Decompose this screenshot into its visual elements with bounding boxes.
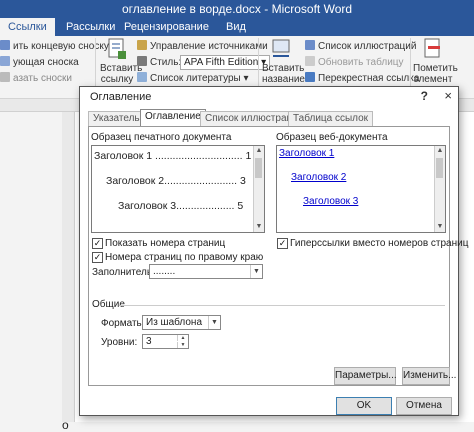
cancel-button[interactable]: Отмена — [396, 397, 452, 415]
insert-citation-button[interactable]: Вставить ссылку — [100, 38, 142, 85]
update-table-icon — [305, 56, 315, 66]
insert-caption-button[interactable]: Вставить название — [262, 38, 305, 85]
title-bar: оглавление в ворде.docx - Microsoft Word — [0, 0, 474, 18]
vertical-ruler — [62, 112, 75, 422]
endnote-icon — [0, 40, 10, 50]
web-preview: Заголовок 1 Заголовок 2 Заголовок 3 ▲ ▼ — [276, 145, 446, 233]
cross-reference-button[interactable]: Перекрестная ссылка — [305, 72, 419, 84]
next-footnote-icon — [0, 56, 10, 66]
scroll-thumb[interactable] — [255, 158, 262, 178]
list-of-figures-icon — [305, 40, 315, 50]
tab-table-of-contents[interactable]: Оглавление — [140, 109, 206, 127]
levels-stepper[interactable]: 3 ▲ ▼ — [142, 334, 189, 349]
insert-caption-icon — [272, 39, 290, 57]
style-icon — [137, 56, 147, 66]
manage-sources-icon — [137, 40, 147, 50]
chevron-down-icon: ▼ — [250, 265, 262, 278]
show-page-numbers-label: Показать номера страниц — [105, 238, 226, 249]
scroll-thumb[interactable] — [436, 158, 443, 178]
bibliography-button[interactable]: Список литературы ▾ — [137, 72, 249, 84]
levels-label: Уровни: — [101, 337, 138, 348]
scroll-down-icon[interactable]: ▼ — [435, 222, 445, 232]
tab-leader-select[interactable]: ........ ▼ — [149, 264, 263, 279]
ok-button[interactable]: OK — [336, 397, 392, 415]
citation-style-select[interactable]: APA Fifth Edition ▾ — [180, 55, 271, 70]
scroll-up-icon[interactable]: ▲ — [435, 146, 445, 156]
use-hyperlinks-checkbox[interactable]: ✓ — [277, 238, 288, 249]
formats-label: Форматы: — [101, 318, 147, 329]
cross-reference-icon — [305, 72, 315, 82]
web-preview-link[interactable]: Заголовок 3 — [303, 196, 358, 207]
list-of-figures-button[interactable]: Список иллюстраций — [305, 40, 416, 52]
stepper-down-icon[interactable]: ▼ — [177, 342, 188, 348]
toc-dialog: Оглавление ? × Указатель Оглавление Спис… — [79, 86, 468, 416]
tab-leader-label: Заполнитель: — [92, 267, 155, 278]
group-divider — [119, 305, 445, 306]
modify-button[interactable]: Изменить... — [402, 367, 456, 385]
print-preview-scrollbar[interactable]: ▲ ▼ — [253, 146, 264, 232]
update-table-button[interactable]: Обновить таблицу — [305, 56, 404, 68]
web-preview-link[interactable]: Заголовок 1 — [279, 148, 334, 159]
window-title: оглавление в ворде.docx - Microsoft Word — [121, 2, 353, 16]
show-page-numbers-checkbox[interactable]: ✓ — [92, 238, 103, 249]
insert-endnote-button[interactable]: ить концевую сноску — [0, 40, 109, 52]
mark-entry-icon — [424, 38, 440, 58]
show-notes-button[interactable]: азать сноски — [0, 72, 72, 84]
print-preview-line: Заголовок 1 ............................… — [94, 150, 252, 162]
tab-references[interactable]: Ссылки — [0, 18, 55, 36]
use-hyperlinks-label: Гиперссылки вместо номеров страниц — [290, 238, 469, 249]
web-preview-link[interactable]: Заголовок 2 — [291, 172, 346, 183]
stepper-up-icon[interactable]: ▲ — [177, 335, 188, 341]
manage-sources-button[interactable]: Управление источниками — [137, 40, 268, 52]
print-preview-line: Заголовок 3.................... 5 — [118, 200, 244, 212]
next-footnote-button[interactable]: ующая сноска — [0, 56, 79, 68]
tab-mailings[interactable]: Рассылки — [58, 18, 123, 36]
print-preview-line: Заголовок 2......................... 3 — [106, 175, 246, 187]
chevron-down-icon: ▼ — [208, 316, 220, 329]
tab-view[interactable]: Вид — [218, 18, 254, 36]
mark-entry-button[interactable]: Пометить элемент — [413, 38, 458, 85]
print-preview-label: Образец печатного документа — [91, 132, 232, 143]
tab-index[interactable]: Указатель — [88, 111, 145, 126]
insert-citation-icon — [108, 38, 126, 59]
show-notes-icon — [0, 72, 10, 82]
formats-select[interactable]: Из шаблона ▼ — [142, 315, 221, 330]
align-right-checkbox[interactable]: ✓ — [92, 252, 103, 263]
help-icon[interactable]: ? — [421, 89, 428, 103]
toc-tab-panel: Образец печатного документа Заголовок 1 … — [88, 126, 468, 386]
dialog-title: Оглавление — [90, 91, 152, 103]
close-icon[interactable]: × — [444, 88, 452, 103]
scroll-down-icon[interactable]: ▼ — [254, 222, 264, 232]
print-preview: Заголовок 1 ............................… — [91, 145, 265, 233]
align-right-label: Номера страниц по правому краю — [105, 252, 264, 263]
web-preview-label: Образец веб-документа — [276, 132, 388, 143]
bibliography-icon — [137, 72, 147, 82]
tab-table-of-authorities[interactable]: Таблица ссылок — [288, 111, 374, 126]
scroll-up-icon[interactable]: ▲ — [254, 146, 264, 156]
options-button[interactable]: Параметры... — [334, 367, 397, 385]
tab-review[interactable]: Рецензирование — [116, 18, 217, 36]
web-preview-scrollbar[interactable]: ▲ ▼ — [434, 146, 445, 232]
ribbon-tabs: Ссылки Рассылки Рецензирование Вид — [0, 18, 474, 36]
style-group: Стиль: — [137, 56, 181, 68]
